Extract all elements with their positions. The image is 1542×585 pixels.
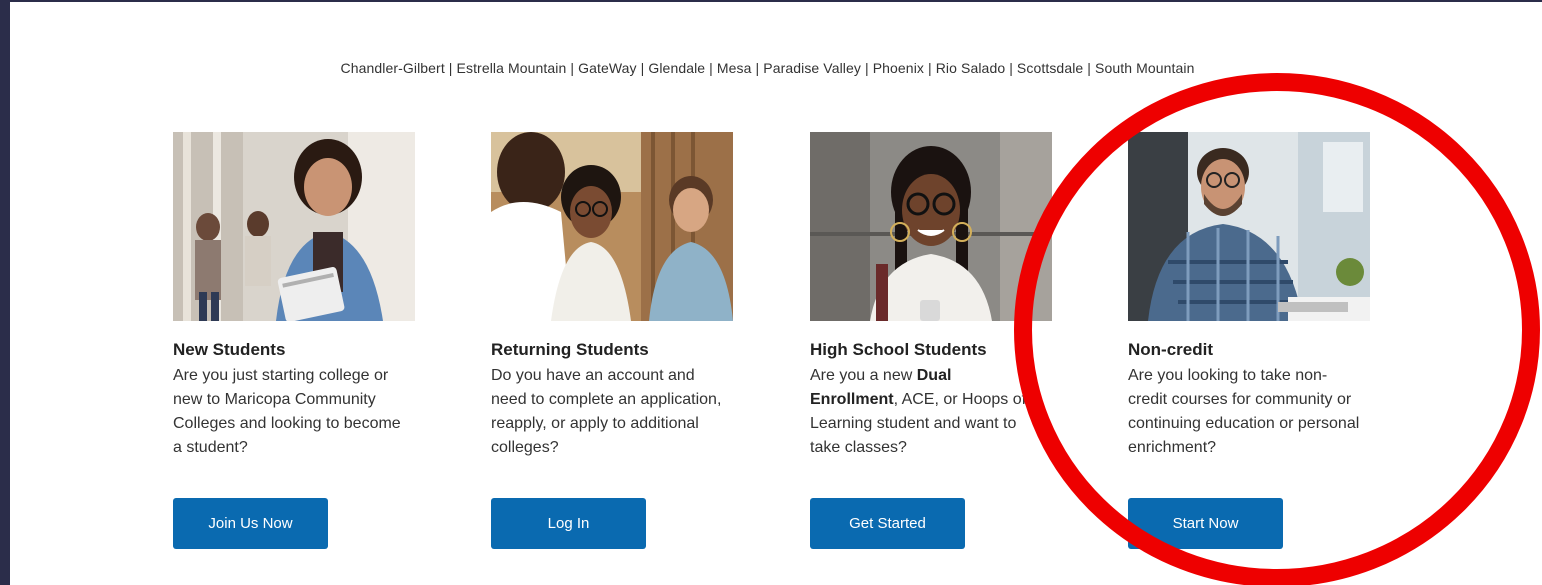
card-title: High School Students [810,340,987,359]
non-credit-photo [1128,132,1370,321]
new-students-photo [173,132,415,321]
college-links[interactable]: Chandler-Gilbert | Estrella Mountain | G… [10,60,1525,76]
returning-students-photo [491,132,733,321]
card-description: Are you looking to take non-credit cours… [1128,367,1360,456]
card-title: Non-credit [1128,340,1213,359]
card-title: New Students [173,340,286,359]
main-panel: Chandler-Gilbert | Estrella Mountain | G… [10,2,1542,585]
card-high-school-students: High School Students Are you a new Dual … [810,132,1060,460]
start-now-button[interactable]: Start Now [1128,498,1283,549]
log-in-button[interactable]: Log In [491,498,646,549]
card-non-credit: Non-credit Are you looking to take non-c… [1128,132,1378,460]
card-returning-students: Returning Students Do you have an accoun… [491,132,741,460]
card-description: Are you a new Dual Enrollment, ACE, or H… [810,367,1027,456]
high-school-students-photo [810,132,1052,321]
join-us-now-button[interactable]: Join Us Now [173,498,328,549]
card-new-students: New Students Are you just starting colle… [173,132,423,460]
card-title: Returning Students [491,340,649,359]
card-description: Are you just starting college or new to … [173,367,401,456]
get-started-button[interactable]: Get Started [810,498,965,549]
card-description: Do you have an account and need to compl… [491,367,722,456]
